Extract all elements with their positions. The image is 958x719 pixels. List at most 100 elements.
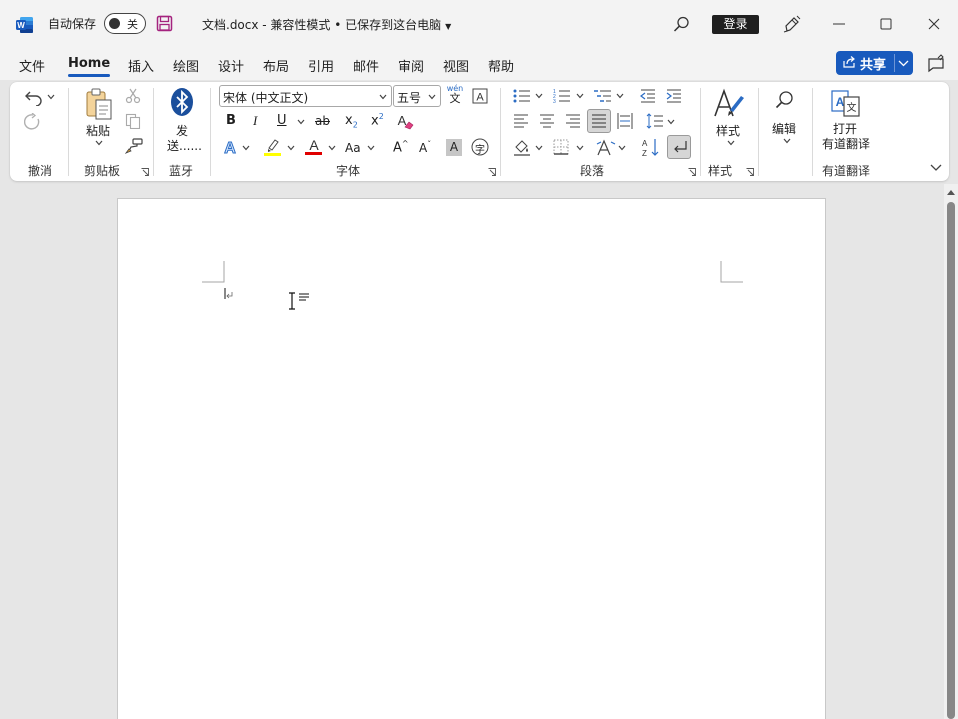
tab-review[interactable]: 审阅	[398, 56, 424, 75]
sort-icon[interactable]: A Z	[641, 138, 661, 157]
grow-font-button[interactable]: A^	[393, 139, 409, 155]
toggle-knob	[109, 18, 120, 29]
shading-icon[interactable]	[513, 139, 531, 156]
chevron-down-icon[interactable]	[328, 145, 336, 151]
paste-label[interactable]: 粘贴	[86, 122, 110, 139]
font-name-select[interactable]: 宋体 (中文正文)	[219, 85, 392, 107]
autosave-toggle[interactable]: 关	[104, 13, 146, 34]
chevron-down-icon[interactable]	[616, 93, 624, 99]
styles-label[interactable]: 样式	[716, 122, 740, 139]
format-painter-icon[interactable]	[125, 138, 143, 154]
scroll-up-arrow-icon[interactable]	[947, 189, 955, 195]
comments-icon[interactable]	[926, 54, 946, 74]
align-left-icon[interactable]	[513, 114, 529, 128]
italic-button[interactable]: I	[253, 113, 257, 129]
document-title[interactable]: 文档.docx - 兼容性模式 • 已保存到这台电脑 ▼	[202, 16, 451, 33]
tab-references[interactable]: 引用	[308, 56, 334, 75]
superscript-button[interactable]: x2	[371, 112, 384, 128]
maximize-icon	[880, 18, 892, 30]
chevron-down-icon[interactable]	[576, 145, 584, 151]
text-effects-icon[interactable]: A	[222, 138, 240, 157]
share-button[interactable]: 共享	[836, 51, 913, 75]
tab-view[interactable]: 视图	[443, 56, 469, 75]
chevron-down-icon[interactable]	[618, 145, 626, 151]
chevron-down-icon[interactable]	[535, 145, 543, 151]
chevron-down-icon[interactable]	[297, 119, 305, 125]
justify-button[interactable]	[587, 109, 611, 133]
phonetic-guide-button[interactable]: wén 文	[446, 84, 464, 108]
bullets-icon[interactable]	[513, 88, 531, 104]
styles-icon[interactable]	[713, 88, 745, 120]
shrink-font-button[interactable]: Aˇ	[419, 140, 431, 155]
chevron-down-icon[interactable]	[535, 93, 543, 99]
multilevel-list-icon[interactable]	[594, 88, 612, 104]
character-border-icon[interactable]: A	[472, 88, 488, 104]
chevron-down-icon[interactable]	[287, 145, 295, 151]
maximize-button[interactable]	[863, 8, 909, 40]
dialog-launcher-icon[interactable]	[488, 168, 496, 176]
align-right-icon[interactable]	[565, 114, 581, 128]
chevron-down-icon[interactable]	[727, 140, 735, 146]
tab-file[interactable]: 文件	[19, 56, 45, 75]
tab-insert[interactable]: 插入	[128, 56, 154, 75]
find-icon[interactable]	[775, 90, 795, 110]
tab-design[interactable]: 设计	[218, 56, 244, 75]
increase-indent-icon[interactable]	[666, 88, 682, 104]
chevron-down-icon[interactable]	[95, 140, 103, 146]
youdao-label-2[interactable]: 有道翻译	[822, 135, 870, 152]
distributed-icon[interactable]	[617, 113, 633, 129]
align-center-icon[interactable]	[539, 114, 555, 128]
underline-button[interactable]: U	[277, 113, 287, 128]
bold-button[interactable]: B	[226, 113, 236, 128]
chevron-down-icon[interactable]	[898, 58, 909, 68]
tab-home[interactable]: Home	[68, 56, 111, 77]
minimize-button[interactable]	[816, 8, 862, 40]
send-label-2[interactable]: 送......	[167, 137, 202, 154]
document-page[interactable]	[117, 198, 826, 719]
copy-icon[interactable]	[125, 113, 141, 129]
dialog-launcher-icon[interactable]	[688, 168, 696, 176]
bluetooth-icon[interactable]	[170, 87, 194, 117]
close-button[interactable]	[911, 8, 957, 40]
chevron-down-icon[interactable]	[576, 93, 584, 99]
chevron-down-icon[interactable]	[242, 145, 250, 151]
tab-layout[interactable]: 布局	[263, 56, 289, 75]
editing-label[interactable]: 编辑	[772, 120, 796, 137]
pen-icon[interactable]	[782, 14, 802, 34]
paste-icon[interactable]	[84, 87, 114, 121]
cut-icon[interactable]	[125, 88, 141, 104]
chevron-down-icon[interactable]	[47, 94, 55, 100]
chevron-down-icon[interactable]	[783, 138, 791, 144]
chevron-down-icon[interactable]	[367, 145, 375, 151]
borders-icon[interactable]	[553, 139, 569, 155]
redo-icon[interactable]	[24, 113, 42, 131]
tab-help[interactable]: 帮助	[488, 56, 514, 75]
search-icon[interactable]	[673, 16, 690, 33]
chevron-down-icon[interactable]	[667, 119, 675, 125]
text-direction-icon[interactable]	[596, 139, 616, 156]
font-size-select[interactable]: 五号	[393, 85, 441, 107]
save-icon[interactable]	[156, 15, 173, 32]
highlight-icon[interactable]	[263, 138, 283, 156]
character-shading-button[interactable]: A	[446, 139, 462, 156]
subscript-button[interactable]: x2	[345, 113, 358, 130]
show-formatting-marks-button[interactable]	[667, 135, 691, 159]
line-spacing-icon[interactable]	[646, 113, 664, 129]
translate-icon[interactable]: A 文	[831, 88, 861, 118]
strikethrough-button[interactable]: ab	[315, 114, 330, 128]
dialog-launcher-icon[interactable]	[746, 168, 754, 176]
decrease-indent-icon[interactable]	[640, 88, 656, 104]
login-button[interactable]: 登录	[712, 15, 759, 34]
tab-draw[interactable]: 绘图	[173, 56, 199, 75]
vertical-scrollbar[interactable]	[944, 184, 958, 719]
clear-formatting-icon[interactable]: A	[396, 112, 414, 130]
change-case-button[interactable]: Aa	[345, 141, 361, 155]
scrollbar-thumb[interactable]	[947, 202, 955, 719]
collapse-ribbon-icon[interactable]	[930, 164, 942, 172]
font-color-icon[interactable]: A	[304, 137, 324, 156]
tab-mailings[interactable]: 邮件	[353, 56, 379, 75]
undo-icon[interactable]	[24, 88, 44, 106]
enclose-characters-label: 字	[475, 145, 485, 156]
dialog-launcher-icon[interactable]	[141, 168, 149, 176]
numbering-icon[interactable]: 1 2 3	[553, 88, 571, 104]
